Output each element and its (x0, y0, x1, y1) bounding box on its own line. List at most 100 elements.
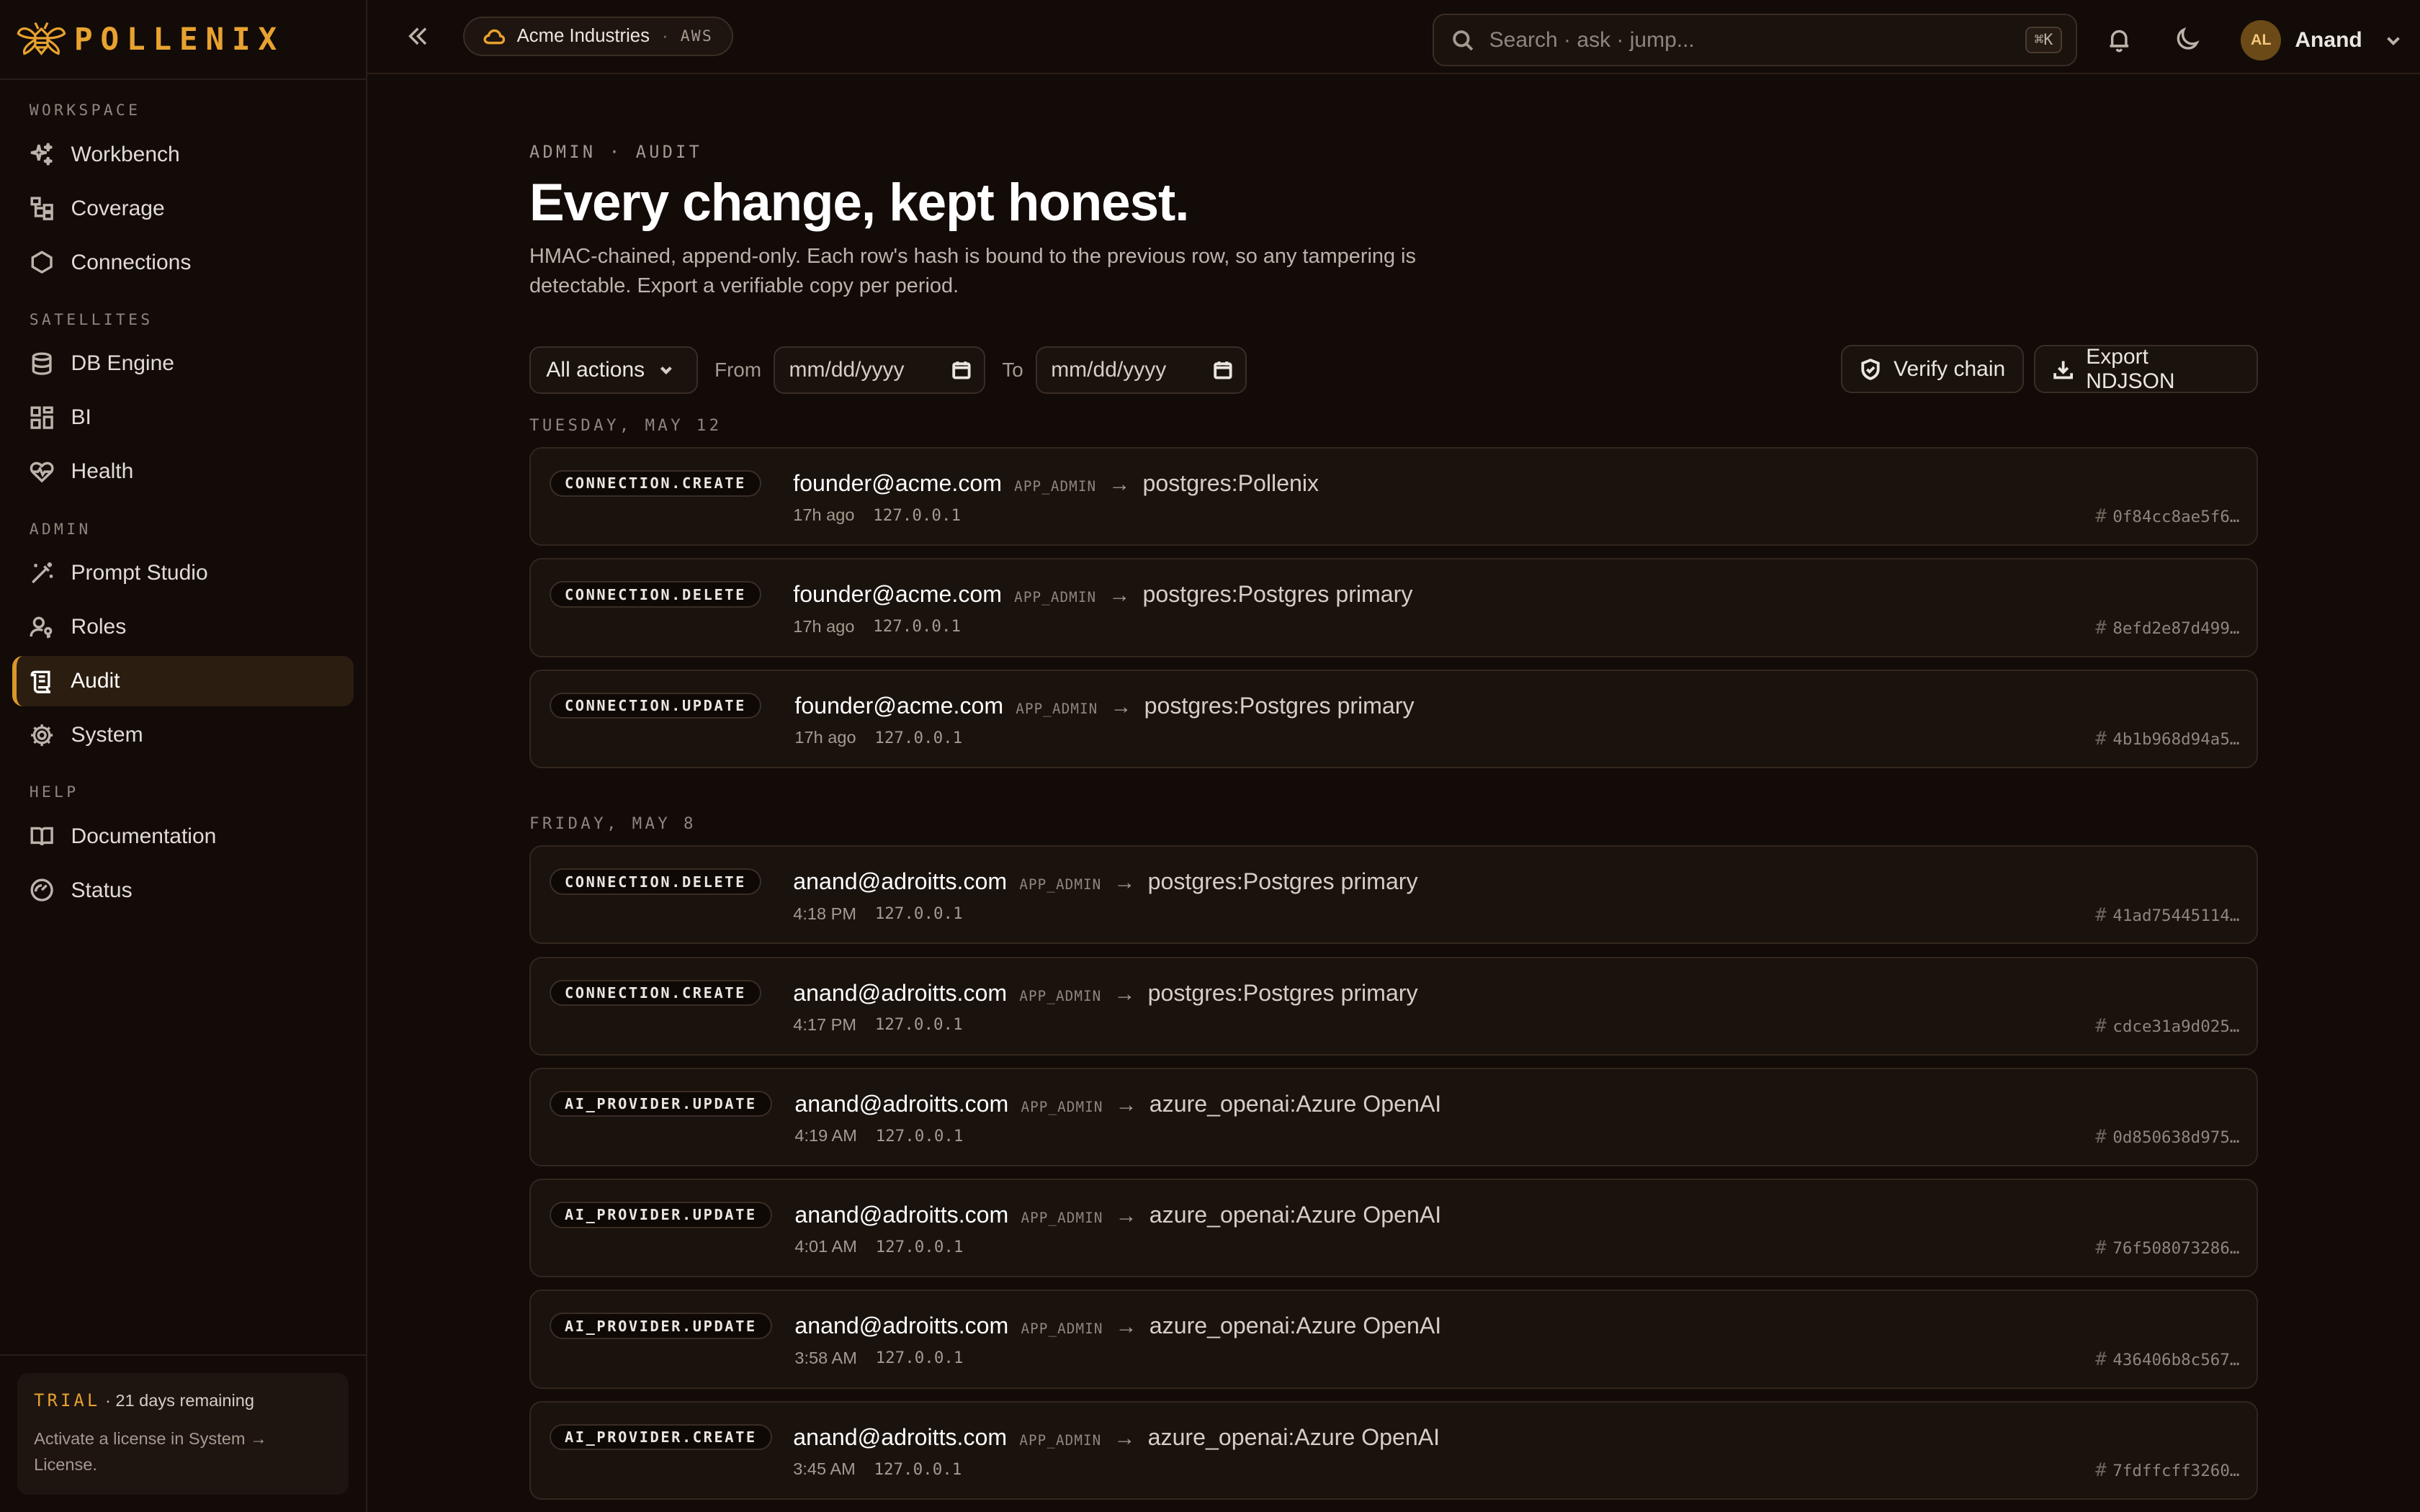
sidebar-item-bi[interactable]: BI (12, 392, 354, 444)
arrow-right-icon: → (1108, 583, 1131, 608)
tenant-switcher[interactable]: Acme Industries · AWS (462, 16, 733, 57)
sidebar-item-label: Health (71, 459, 134, 484)
actor-email: anand@adroitts.com (794, 1313, 1009, 1339)
audit-meta: 4:19 AM 127.0.0.1 (794, 1126, 963, 1146)
sidebar-item-prompt-studio[interactable]: Prompt Studio (12, 548, 354, 599)
avatar: AL (2241, 19, 2282, 60)
trial-panel: TRIAL · 21 days remaining Activate a lic… (0, 1354, 366, 1512)
audit-summary: anand@adroitts.com APP_ADMIN → azure_openai… (794, 1091, 1441, 1117)
to-date-input[interactable]: mm/dd/yyyy (1035, 346, 1247, 394)
row-hash[interactable]: #0f84cc8ae5f6… (2095, 505, 2239, 527)
actor-role: APP_ADMIN (1021, 1320, 1103, 1338)
audit-summary: founder@acme.com APP_ADMIN → postgres:Postg… (793, 581, 1412, 608)
trial-card[interactable]: TRIAL · 21 days remaining Activate a lic… (17, 1373, 349, 1495)
moon-icon[interactable] (2174, 26, 2202, 54)
row-hash[interactable]: # cdce31a9d025… (2095, 1015, 2239, 1037)
row-hash[interactable]: #7fdffcff3260… (2095, 1459, 2239, 1481)
ip-address: 127.0.0.1 (873, 617, 962, 636)
topbar: Acme Industries · AWS Search · ask · jum… (367, 0, 2420, 74)
hash-icon: # (2095, 904, 2107, 926)
sidebar-item-label: Status (71, 878, 133, 902)
sidebar-item-status[interactable]: Status (12, 865, 354, 916)
user-key-icon (30, 616, 52, 638)
arrow-right-icon: → (1115, 1092, 1137, 1117)
audit-row[interactable]: AI_PROVIDER.UPDATE anand@adroitts.com APP_… (529, 1290, 2258, 1389)
hash-value: 436406b8c567… (2112, 1350, 2240, 1369)
sidebar-item-roles[interactable]: Roles (12, 602, 354, 653)
sidebar-item-audit[interactable]: Audit (12, 655, 354, 707)
audit-summary: anand@adroitts.com APP_ADMIN → postgres:Pos… (793, 868, 1417, 895)
verify-chain-label: Verify chain (1894, 356, 2006, 381)
calendar-icon[interactable] (951, 360, 972, 380)
user-name: Anand (2295, 27, 2362, 52)
heart-pulse-icon (30, 462, 54, 483)
action-filter-select[interactable]: All actions (529, 346, 698, 394)
actor-email: anand@adroitts.com (794, 1202, 1009, 1228)
export-ndjson-button[interactable]: Export NDJSON (2034, 345, 2258, 393)
day-header: FRIDAY, MAY 8 (529, 814, 696, 834)
nav-section-title: SATELLITES (29, 311, 153, 330)
row-hash[interactable]: #436406b8c567… (2095, 1349, 2239, 1370)
event-time: 17h ago (794, 728, 856, 747)
search-input[interactable]: Search · ask · jump... ⌘K (1432, 14, 2078, 67)
bell-icon[interactable] (2105, 26, 2133, 54)
actor-role: APP_ADMIN (1021, 1210, 1103, 1227)
cloud-icon (483, 30, 505, 45)
sidebar-item-connections[interactable]: Connections (12, 237, 354, 288)
audit-meta: 3:58 AM 127.0.0.1 (794, 1349, 963, 1368)
sidebar-item-coverage[interactable]: Coverage (12, 183, 354, 234)
ip-address: 127.0.0.1 (874, 1015, 963, 1035)
audit-summary: anand@adroitts.com APP_ADMIN → postgres:Pos… (793, 980, 1417, 1007)
audit-row[interactable]: AI_PROVIDER.CREATE anand@adroitts.com APP_… (529, 1400, 2258, 1500)
tenant-separator: · (662, 25, 668, 46)
audit-summary: anand@adroitts.com APP_ADMIN → azure_openai… (794, 1313, 1441, 1339)
sidebar-item-system[interactable]: System (12, 710, 354, 761)
sidebar-item-label: DB Engine (71, 351, 174, 376)
action-badge: AI_PROVIDER.UPDATE (549, 1313, 772, 1339)
arrow-right-icon: → (1115, 1204, 1137, 1228)
audit-row[interactable]: CONNECTION.CREATE founder@acme.com APP_ADM… (529, 447, 2258, 546)
hash-value: 41ad75445114… (2112, 906, 2240, 925)
actor-role: APP_ADMIN (1014, 589, 1097, 606)
sidebar-nav: WORKSPACE Workbench Coverage Connections… (0, 80, 366, 1354)
audit-row[interactable]: CONNECTION.CREATE anand@adroitts.com APP_A… (529, 956, 2258, 1056)
arrow-right-icon: → (1110, 694, 1132, 719)
tree-icon (30, 197, 53, 221)
from-date-input[interactable]: mm/dd/yyyy (774, 346, 985, 394)
sparkles-icon (30, 143, 53, 166)
book-icon (30, 827, 53, 846)
audit-row[interactable]: CONNECTION.UPDATE founder@acme.com APP_ADM… (529, 669, 2258, 768)
audit-row[interactable]: CONNECTION.DELETE anand@adroitts.com APP_A… (529, 845, 2258, 945)
arrow-right-icon: → (1113, 981, 1136, 1006)
row-hash[interactable]: #8efd2e87d499… (2095, 617, 2239, 639)
hash-value: cdce31a9d025… (2112, 1017, 2240, 1036)
target-resource: postgres:Pollenix (1142, 470, 1319, 497)
event-time: 4:17 PM (793, 1014, 857, 1034)
sidebar-item-db-engine[interactable]: DB Engine (12, 338, 354, 390)
audit-summary: anand@adroitts.com APP_ADMIN → azure_openai… (794, 1202, 1441, 1228)
nav-section-title: ADMIN (29, 520, 91, 539)
audit-summary: founder@acme.com APP_ADMIN → postgres:Polle… (793, 470, 1319, 497)
user-menu[interactable]: AL Anand (2241, 19, 2403, 60)
trial-tag: TRIAL (34, 1390, 101, 1410)
sidebar-item-health[interactable]: Health (12, 446, 354, 498)
row-hash[interactable]: #41ad75445114… (2095, 904, 2239, 926)
collapse-sidebar-icon[interactable] (404, 22, 432, 50)
brand[interactable]: POLLENIX (0, 0, 366, 81)
row-hash[interactable]: #76f508073286… (2095, 1237, 2239, 1259)
gear-icon (30, 724, 53, 746)
sidebar-item-label: Prompt Studio (71, 560, 208, 585)
sidebar-item-workbench[interactable]: Workbench (12, 129, 354, 180)
audit-row[interactable]: AI_PROVIDER.UPDATE anand@adroitts.com APP_… (529, 1067, 2258, 1167)
row-hash[interactable]: #4b1b968d94a5… (2095, 728, 2239, 750)
audit-row[interactable]: CONNECTION.DELETE founder@acme.com APP_ADM… (529, 558, 2258, 657)
calendar-icon[interactable] (1213, 360, 1233, 380)
to-label: To (1002, 358, 1023, 381)
trial-remaining: · 21 days remaining (105, 1390, 254, 1410)
row-hash[interactable]: #0d850638d975… (2095, 1126, 2239, 1148)
audit-row[interactable]: AI_PROVIDER.UPDATE anand@adroitts.com APP_… (529, 1179, 2258, 1278)
sidebar-item-documentation[interactable]: Documentation (12, 811, 354, 862)
page-title: Every change, kept honest. (529, 174, 1189, 233)
app-shell: POLLENIX WORKSPACE Workbench Coverage Co… (0, 0, 2420, 1512)
verify-chain-button[interactable]: Verify chain (1841, 345, 2024, 393)
